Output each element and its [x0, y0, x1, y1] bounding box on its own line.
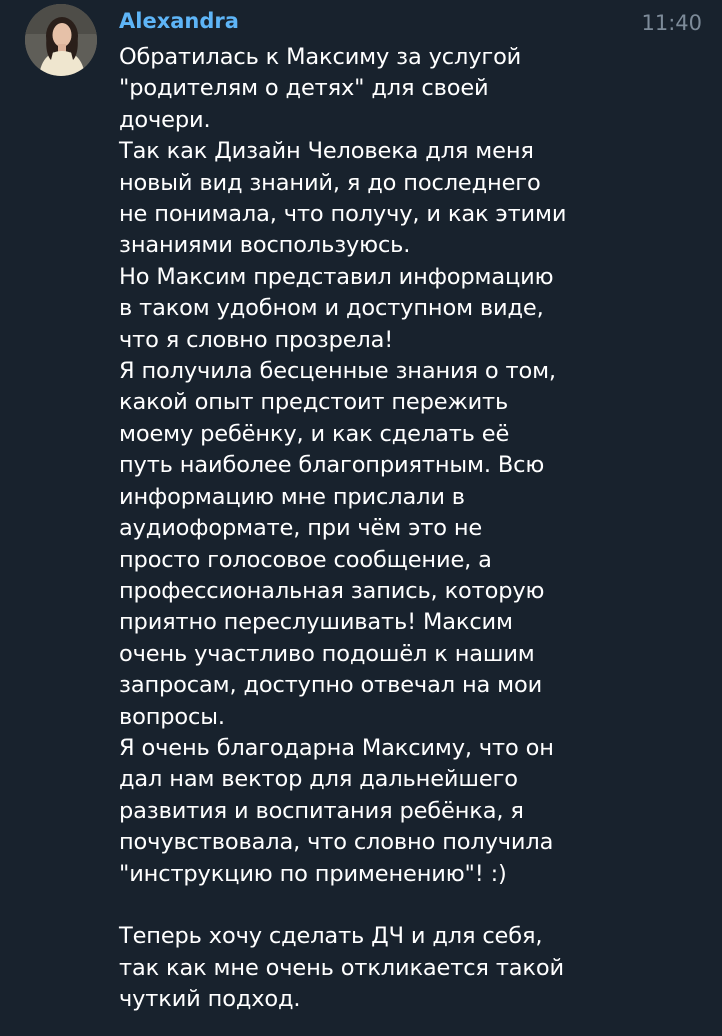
message-text: Обратилась к Максиму за услугой "родител… — [119, 44, 567, 1013]
chat-message: Alexandra 11:40 Обратилась к Максиму за … — [0, 0, 722, 1036]
avatar[interactable] — [25, 4, 97, 76]
user-avatar-photo-icon — [25, 4, 97, 76]
sender-name[interactable]: Alexandra — [119, 7, 239, 35]
message-time: 11:40 — [641, 11, 702, 35]
